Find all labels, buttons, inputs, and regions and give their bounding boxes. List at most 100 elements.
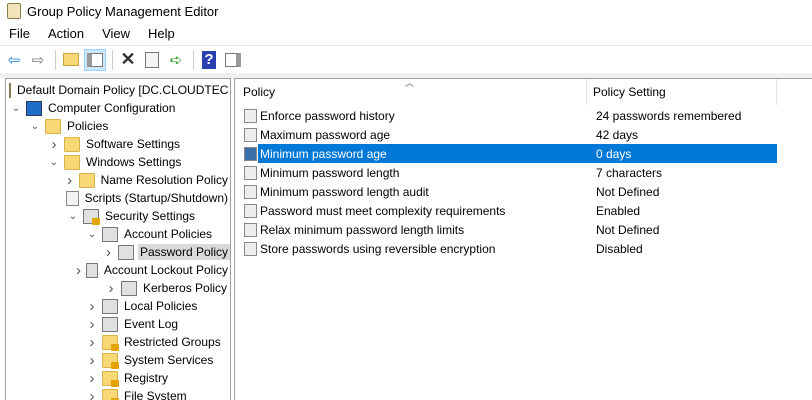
policy-name: Password must meet complexity requiremen… <box>260 203 506 218</box>
menu-bar: File Action View Help <box>0 23 184 43</box>
tree-item-label: File System <box>124 389 187 400</box>
chevron-right-icon[interactable]: › <box>85 388 99 400</box>
column-setting-label: Policy Setting <box>593 85 666 99</box>
chevron-right-icon[interactable]: › <box>85 298 99 315</box>
tree-item[interactable]: › Account Lockout Policy <box>6 261 230 279</box>
policy-setting-icon <box>244 222 257 237</box>
policy-setting-icon <box>244 203 257 218</box>
forward-icon[interactable]: ⇨ <box>27 49 49 71</box>
tree-item-label: Account Lockout Policy <box>103 263 228 277</box>
menu-file[interactable]: File <box>0 26 39 41</box>
tree-item-label: Computer Configuration <box>48 101 176 115</box>
menu-action[interactable]: Action <box>39 26 93 41</box>
app-icon <box>7 3 21 19</box>
policy-row[interactable]: Minimum password length 7 characters <box>235 163 777 182</box>
policy-row[interactable]: Password must meet complexity requiremen… <box>235 201 777 220</box>
tree-item-label: Policies <box>67 119 109 133</box>
policy-row[interactable]: Minimum password length audit Not Defined <box>235 182 777 201</box>
tree-item[interactable]: › Kerberos Policy <box>6 279 230 297</box>
folder-icon <box>102 370 119 387</box>
chevron-right-icon[interactable]: › <box>85 316 99 333</box>
server-icon <box>121 280 137 296</box>
chevron-right-icon[interactable]: › <box>74 262 84 279</box>
delete-icon[interactable]: ✕ <box>117 49 139 71</box>
policy-row[interactable]: Enforce password history 24 passwords rem… <box>235 106 777 125</box>
policy-setting-icon <box>244 146 257 161</box>
doc-icon <box>65 190 79 206</box>
folder-icon <box>102 388 119 400</box>
policy-row[interactable]: Relax minimum password length limits Not … <box>235 220 777 239</box>
properties-icon[interactable] <box>141 49 163 71</box>
chevron-down-icon[interactable]: ⌄ <box>85 229 99 240</box>
toolbar: ⇦ ⇨ ✕ ➪ ? <box>0 45 812 73</box>
folder-icon <box>102 352 119 369</box>
tree-item[interactable]: › Software Settings <box>6 135 230 153</box>
tree-item[interactable]: ⌄ Windows Settings <box>6 153 230 171</box>
chevron-right-icon[interactable]: › <box>104 280 118 297</box>
tree-item[interactable]: ⌄ Account Policies <box>6 225 230 243</box>
server-icon <box>102 226 118 242</box>
tree-item-label: Password Policy <box>137 244 230 260</box>
folder-icon <box>102 334 119 351</box>
policy-row[interactable]: Maximum password age 42 days <box>235 125 777 144</box>
policy-setting-icon <box>244 108 257 123</box>
tree-item[interactable]: › Event Log <box>6 315 230 333</box>
tree-item-label: Windows Settings <box>86 155 182 169</box>
chevron-down-icon[interactable]: ⌄ <box>9 103 23 114</box>
back-icon[interactable]: ⇦ <box>3 49 25 71</box>
policy-value: Disabled <box>596 241 643 256</box>
policy-value: Enabled <box>596 203 641 218</box>
menu-help[interactable]: Help <box>139 26 184 41</box>
separator <box>193 49 194 70</box>
chevron-down-icon[interactable]: ⌄ <box>47 157 61 168</box>
chevron-right-icon[interactable]: › <box>85 334 99 351</box>
tree-item[interactable]: › Local Policies <box>6 297 230 315</box>
folder-icon <box>64 154 80 170</box>
tree-item-label: Security Settings <box>105 209 196 223</box>
pc-icon <box>26 100 42 116</box>
export-list-icon[interactable]: ➪ <box>165 49 187 71</box>
policy-value: 0 days <box>596 146 632 161</box>
tree-item[interactable]: › Restricted Groups <box>6 333 230 351</box>
tree-item[interactable]: › File System <box>6 387 230 400</box>
tree-item[interactable]: › Password Policy <box>6 243 230 261</box>
chevron-right-icon[interactable]: › <box>63 172 76 189</box>
tree-item[interactable]: › Name Resolution Policy <box>6 171 230 189</box>
column-header-policy[interactable]: ︿ Policy <box>235 78 587 105</box>
policy-row[interactable]: Minimum password age 0 days <box>235 144 777 163</box>
chevron-right-icon[interactable]: › <box>102 244 116 261</box>
tree-item[interactable]: › Registry <box>6 369 230 387</box>
show-hide-tree-icon[interactable] <box>84 48 106 71</box>
tree-item[interactable]: ⌄ Security Settings <box>6 207 230 225</box>
chevron-right-icon[interactable]: › <box>85 352 99 369</box>
tree-item[interactable]: › System Services <box>6 351 230 369</box>
tree-item[interactable]: Default Domain Policy [DC.CLOUDTEC <box>6 81 230 99</box>
policy-row[interactable]: Store passwords using reversible encrypt… <box>235 239 777 258</box>
scroll-icon <box>9 82 11 98</box>
policy-name: Minimum password age <box>260 146 387 161</box>
folder-icon <box>64 136 80 152</box>
policy-setting-icon <box>244 165 257 180</box>
up-folder-icon[interactable] <box>60 49 82 71</box>
column-header-setting[interactable]: Policy Setting <box>587 79 777 105</box>
separator <box>55 49 56 70</box>
chevron-right-icon[interactable]: › <box>85 370 99 387</box>
chevron-down-icon[interactable]: ⌄ <box>28 121 42 132</box>
tree-item-label: Event Log <box>124 317 179 331</box>
list-header: ︿ Policy Policy Setting <box>235 78 812 105</box>
tree-item-label: Local Policies <box>124 299 198 313</box>
tree-item[interactable]: ⌄ Computer Configuration <box>6 99 230 117</box>
policy-value: Not Defined <box>596 184 660 199</box>
tree-item[interactable]: ⌄ Policies <box>6 117 230 135</box>
details-pane: ︿ Policy Policy Setting Enforce password … <box>234 78 812 400</box>
chevron-right-icon[interactable]: › <box>47 136 61 153</box>
separator <box>112 49 113 70</box>
folder-icon <box>45 118 61 134</box>
tree-item-label: Default Domain Policy [DC.CLOUDTEC <box>17 83 229 97</box>
menu-view[interactable]: View <box>93 26 139 41</box>
tree-item[interactable]: Scripts (Startup/Shutdown) <box>6 189 230 207</box>
chevron-down-icon[interactable]: ⌄ <box>66 211 80 222</box>
help-icon[interactable]: ? <box>198 49 220 71</box>
tree-item-label: Name Resolution Policy <box>100 173 228 187</box>
show-action-pane-icon[interactable] <box>222 49 244 71</box>
